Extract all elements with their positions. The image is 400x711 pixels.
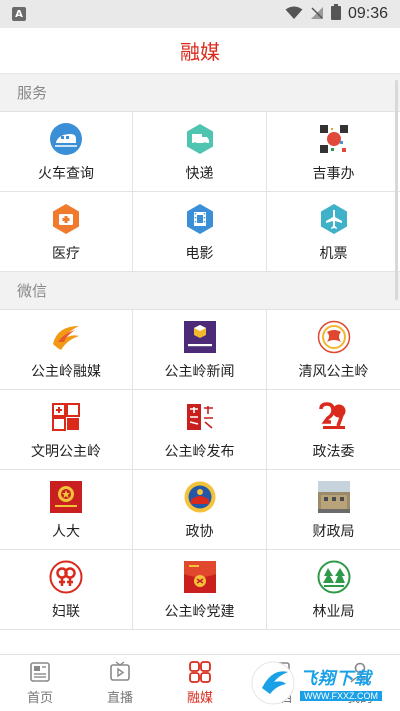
- film-icon: [182, 201, 218, 237]
- nav-tab-label: 直播: [106, 691, 133, 706]
- grid-item-renda-emblem[interactable]: 人大: [0, 470, 133, 550]
- grid-item-label: 公主岭新闻: [164, 363, 235, 380]
- grid-item-delivery-truck[interactable]: 快递: [133, 112, 267, 192]
- wifi-icon: [285, 5, 303, 24]
- grid-item-building-photo[interactable]: 财政局: [267, 470, 400, 550]
- grid-item-label: 文明公主岭: [31, 443, 101, 460]
- page-title: 融媒: [180, 40, 220, 64]
- nav-tab-label: 首页: [26, 691, 53, 706]
- grid-item-label: 机票: [319, 245, 348, 262]
- grid-item-qr-code[interactable]: 吉事办: [267, 112, 400, 192]
- bottom-navigation: 首页 直播 融媒 栏目 我的: [0, 654, 400, 711]
- grid-item-fulian-logo[interactable]: 妇联: [0, 550, 133, 630]
- column-icon: [268, 660, 292, 684]
- grid-item-news-logo[interactable]: 公主岭新闻: [133, 310, 267, 390]
- grid-item-label: 财政局: [312, 523, 355, 540]
- grid-item-party-building[interactable]: 公主岭党建: [133, 550, 267, 630]
- grid-item-wenming-logo[interactable]: 文明公主岭: [0, 390, 133, 470]
- profile-icon: [348, 660, 372, 684]
- section-header-wechat: 微信: [0, 272, 400, 310]
- grid-item-train[interactable]: 火车查询: [0, 112, 133, 192]
- scrollbar[interactable]: [395, 80, 398, 300]
- delivery-truck-icon: [182, 121, 218, 157]
- grid-item-label: 吉事办: [312, 165, 355, 182]
- airplane-icon: [316, 201, 352, 237]
- zhengxie-emblem-icon: [182, 479, 218, 515]
- party-building-icon: [182, 559, 218, 595]
- grid-item-label: 公主岭党建: [164, 603, 235, 620]
- nav-tab-label: 融媒: [186, 691, 213, 706]
- notification-icon: A: [12, 7, 26, 21]
- grid-item-label: 公主岭发布: [164, 443, 235, 460]
- grid-item-label: 电影: [185, 245, 214, 262]
- nav-tab-column[interactable]: 栏目: [240, 655, 320, 711]
- nav-tab-label: 我的: [346, 691, 373, 706]
- nav-tab-rongmei-grid[interactable]: 融媒: [160, 655, 240, 711]
- rongmei-grid-icon: [188, 660, 212, 684]
- forestry-logo-icon: [316, 559, 352, 595]
- wechat-grid: 公主岭融媒 公主岭新闻 清风公主岭文明公主岭 公主岭发布 政法委人大 政协 财政局妇联 公主岭…: [0, 310, 400, 630]
- news-logo-icon: [182, 319, 218, 355]
- home-news-icon: [28, 660, 52, 684]
- grid-item-forestry-logo[interactable]: 林业局: [267, 550, 400, 630]
- grid-item-rongmei-logo[interactable]: 公主岭融媒: [0, 310, 133, 390]
- grid-item-label: 快递: [185, 165, 214, 182]
- medical-kit-icon: [48, 201, 84, 237]
- train-icon: [48, 121, 84, 157]
- grid-item-label: 公主岭融媒: [31, 363, 101, 380]
- grid-item-label: 人大: [52, 523, 80, 540]
- nav-tab-home-news[interactable]: 首页: [0, 655, 80, 711]
- live-video-icon: [108, 660, 132, 684]
- nav-tab-live-video[interactable]: 直播: [80, 655, 160, 711]
- nav-tab-label: 栏目: [266, 691, 293, 706]
- rongmei-logo-icon: [48, 319, 84, 355]
- grid-item-film[interactable]: 电影: [133, 192, 267, 272]
- grid-item-medical-kit[interactable]: 医疗: [0, 192, 133, 272]
- grid-item-label: 政协: [185, 523, 214, 540]
- zhengfa-logo-icon: [316, 399, 352, 435]
- clock: 09:36: [347, 5, 388, 22]
- wenming-logo-icon: [48, 399, 84, 435]
- building-photo-icon: [316, 479, 352, 515]
- services-grid: 火车查询 快递 吉事办医疗 电影 机票: [0, 112, 400, 272]
- grid-item-label: 政法委: [312, 443, 355, 460]
- fulian-logo-icon: [48, 559, 84, 595]
- qingfeng-logo-icon: [316, 319, 352, 355]
- grid-item-label: 清风公主岭: [298, 363, 369, 380]
- nav-tab-profile[interactable]: 我的: [320, 655, 400, 711]
- grid-item-qingfeng-logo[interactable]: 清风公主岭: [267, 310, 400, 390]
- renda-emblem-icon: [48, 479, 84, 515]
- grid-item-label: 妇联: [52, 603, 80, 620]
- content-scroll-area[interactable]: 服务 火车查询 快递 吉事办医疗 电影 机票 微信 公主岭融媒 公主岭新闻 清风公主岭文明公…: [0, 74, 400, 654]
- grid-item-fabu-logo[interactable]: 公主岭发布: [133, 390, 267, 470]
- grid-item-label: 火车查询: [38, 165, 94, 182]
- fabu-logo-icon: [182, 399, 218, 435]
- grid-item-airplane[interactable]: 机票: [267, 192, 400, 272]
- title-bar: 融媒: [0, 28, 400, 74]
- no-signal-icon: [310, 5, 324, 24]
- grid-item-zhengxie-emblem[interactable]: 政协: [133, 470, 267, 550]
- qr-code-icon: [316, 121, 352, 157]
- grid-item-label: 医疗: [52, 245, 80, 262]
- grid-item-label: 林业局: [312, 603, 355, 620]
- battery-icon: [330, 4, 341, 24]
- section-header-services: 服务: [0, 74, 400, 112]
- status-bar: A 09:36: [0, 0, 400, 28]
- grid-item-zhengfa-logo[interactable]: 政法委: [267, 390, 400, 470]
